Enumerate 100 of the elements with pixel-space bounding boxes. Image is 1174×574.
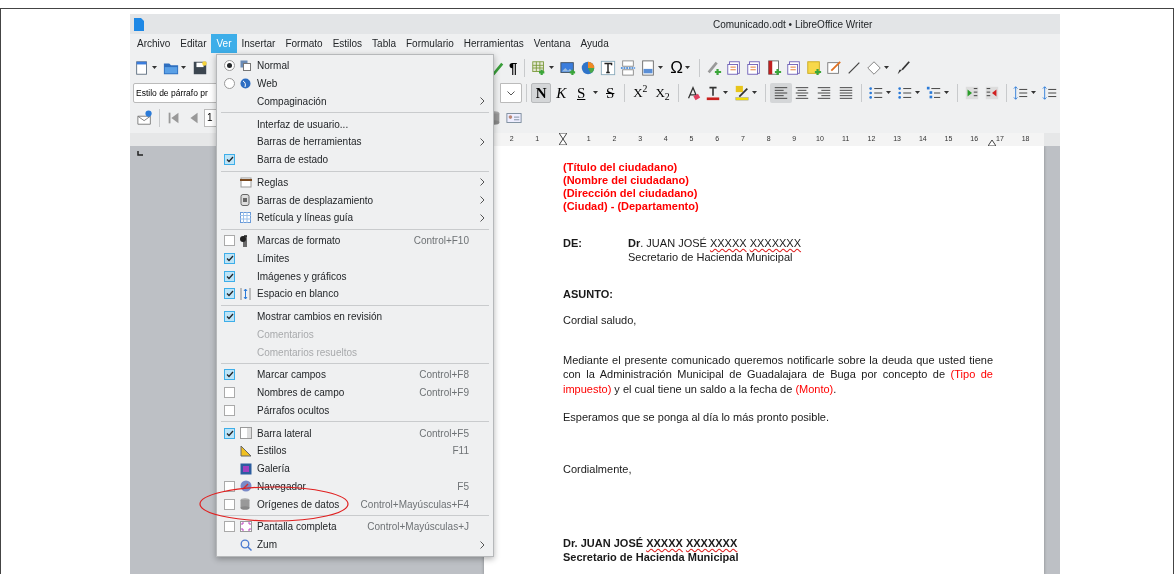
checkbox[interactable] bbox=[224, 288, 235, 300]
script-button[interactable]: X$^{2}$ bbox=[629, 83, 652, 103]
radio-button[interactable] bbox=[224, 78, 235, 90]
menu-item[interactable]: Imágenes y gráficos bbox=[217, 267, 493, 285]
cross-reference-icon[interactable] bbox=[726, 60, 743, 76]
menu-item[interactable]: Normal bbox=[217, 57, 493, 75]
numbered-list-icon[interactable] bbox=[897, 85, 914, 101]
checkbox[interactable] bbox=[224, 404, 235, 416]
menu-item[interactable]: Reglas bbox=[217, 173, 493, 192]
format-button[interactable]: N bbox=[531, 83, 552, 103]
menu-bar-item[interactable]: Estilos bbox=[327, 34, 368, 53]
sender-line: Dr. JUAN JOSÉ XXXXX XXXXXXX bbox=[628, 236, 802, 250]
mail-merge-icon[interactable] bbox=[137, 109, 153, 126]
cross-reference-icon[interactable] bbox=[746, 60, 763, 76]
menu-item[interactable]: Marcas de formato Control+F10 bbox=[217, 231, 493, 250]
dropdown-caret-icon[interactable] bbox=[751, 91, 757, 95]
checkbox[interactable] bbox=[224, 270, 235, 282]
highlighter-icon[interactable] bbox=[733, 85, 750, 101]
chevron-down-icon[interactable] bbox=[507, 90, 516, 96]
outline-list-icon[interactable] bbox=[926, 85, 943, 101]
dropdown-caret-icon[interactable] bbox=[593, 91, 599, 95]
menu-item[interactable]: Estilos F11 bbox=[217, 442, 493, 460]
dropdown-caret-icon[interactable] bbox=[722, 91, 728, 95]
checkbox[interactable] bbox=[224, 252, 235, 264]
menu-item[interactable]: Interfaz de usuario... bbox=[217, 115, 493, 133]
format-button[interactable]: S bbox=[600, 83, 621, 103]
format-button[interactable]: S bbox=[571, 83, 592, 103]
dropdown-caret-icon[interactable] bbox=[152, 66, 157, 70]
menu-item[interactable]: Párrafos ocultos bbox=[217, 401, 493, 420]
bookmark-icon[interactable] bbox=[766, 60, 783, 76]
increase-indent-icon[interactable] bbox=[964, 85, 981, 101]
dropdown-caret-icon[interactable] bbox=[886, 91, 892, 95]
menu-item[interactable]: Mostrar cambios en revisión bbox=[217, 307, 493, 326]
checkbox[interactable] bbox=[224, 427, 235, 439]
text-box-icon[interactable] bbox=[600, 60, 617, 76]
menu-bar-item[interactable]: Herramientas bbox=[458, 34, 529, 53]
radio-button[interactable] bbox=[224, 60, 235, 72]
checkbox[interactable] bbox=[224, 387, 235, 399]
script-button[interactable]: X$_{2}$ bbox=[651, 83, 674, 103]
dropdown-caret-icon[interactable] bbox=[1031, 91, 1037, 95]
bullet-list-icon[interactable] bbox=[868, 85, 885, 101]
menu-bar-item[interactable]: Tabla bbox=[367, 34, 401, 53]
font-color-icon[interactable] bbox=[704, 85, 721, 101]
paragraph-spacing-icon[interactable] bbox=[1042, 85, 1059, 101]
checkbox[interactable] bbox=[224, 154, 235, 166]
format-button[interactable]: K bbox=[551, 83, 572, 103]
checkbox[interactable] bbox=[224, 521, 235, 533]
line-spacing-icon[interactable] bbox=[1013, 85, 1030, 101]
brush-icon[interactable] bbox=[895, 60, 912, 76]
formatting-marks-button[interactable]: ¶ bbox=[506, 56, 521, 80]
menu-item[interactable]: Zum bbox=[217, 535, 493, 554]
field-label: DE: bbox=[563, 236, 583, 251]
menu-item[interactable]: Retícula y líneas guía bbox=[217, 209, 493, 227]
indent-marker-icon[interactable] bbox=[559, 133, 567, 145]
menu-item[interactable]: Espacio en blanco bbox=[217, 285, 493, 303]
insert-image-icon[interactable] bbox=[560, 60, 577, 76]
dropdown-caret-icon[interactable] bbox=[685, 66, 691, 70]
menu-item[interactable]: Barras de desplazamiento bbox=[217, 191, 493, 209]
menu-bar-item[interactable]: Archivo bbox=[132, 34, 176, 53]
signature-line: Secretario de Hacienda Municipal bbox=[563, 550, 740, 564]
menu-bar-item[interactable]: Formulario bbox=[401, 34, 459, 53]
checkbox[interactable] bbox=[224, 369, 235, 381]
comment-icon[interactable] bbox=[706, 60, 723, 76]
menu-item[interactable]: Límites bbox=[217, 249, 493, 268]
menu-item[interactable]: Barra de estado bbox=[217, 150, 493, 169]
subject-heading: ASUNTO: bbox=[563, 287, 614, 301]
menu-item[interactable]: Barras de herramientas bbox=[217, 133, 493, 151]
new-document-icon[interactable] bbox=[134, 60, 150, 76]
menu-item[interactable]: Nombres de campo Control+F9 bbox=[217, 383, 493, 402]
header-footer-icon[interactable] bbox=[640, 60, 657, 76]
align-button[interactable] bbox=[769, 83, 792, 103]
menu-bar-item[interactable]: Insertar bbox=[236, 34, 281, 53]
menu-item[interactable]: Pantalla completa Control+Mayúsculas+J bbox=[217, 518, 493, 536]
menu-item[interactable]: Marcar campos Control+F8 bbox=[217, 366, 493, 384]
dropdown-caret-icon[interactable] bbox=[181, 66, 186, 70]
edit-note-icon[interactable] bbox=[826, 60, 843, 76]
save-icon[interactable] bbox=[192, 60, 208, 76]
checkbox[interactable] bbox=[224, 311, 235, 323]
track-changes-icon[interactable] bbox=[786, 60, 803, 76]
checkbox[interactable] bbox=[224, 498, 235, 510]
menu-bar-item[interactable]: Editar bbox=[175, 34, 212, 53]
dropdown-caret-icon[interactable] bbox=[549, 66, 555, 70]
whitespace-icon bbox=[240, 287, 251, 300]
dropdown-caret-icon[interactable] bbox=[915, 91, 921, 95]
sticky-note-icon[interactable] bbox=[806, 60, 823, 76]
special-character-button[interactable]: Ω bbox=[670, 59, 684, 77]
dropdown-caret-icon[interactable] bbox=[658, 66, 664, 70]
menu-item[interactable]: Orígenes de datos Control+Mayúsculas+F4 bbox=[217, 495, 493, 513]
dropdown-caret-icon[interactable] bbox=[884, 66, 890, 70]
tab-stop-icon[interactable] bbox=[137, 151, 143, 156]
menu-item[interactable]: Barra lateral Control+F5 bbox=[217, 424, 493, 442]
pie-chart-icon[interactable] bbox=[580, 60, 597, 76]
checkbox[interactable] bbox=[224, 480, 235, 492]
menu-bar-item[interactable]: Ayuda bbox=[575, 34, 614, 53]
checkbox[interactable] bbox=[224, 235, 235, 247]
dropdown-caret-icon[interactable] bbox=[944, 91, 950, 95]
decrease-indent-icon[interactable] bbox=[984, 85, 1001, 101]
menu-item[interactable]: Galería bbox=[217, 459, 493, 478]
menu-bar-item[interactable]: Ventana bbox=[528, 34, 576, 53]
menu-bar-item[interactable]: Formato bbox=[280, 34, 328, 53]
